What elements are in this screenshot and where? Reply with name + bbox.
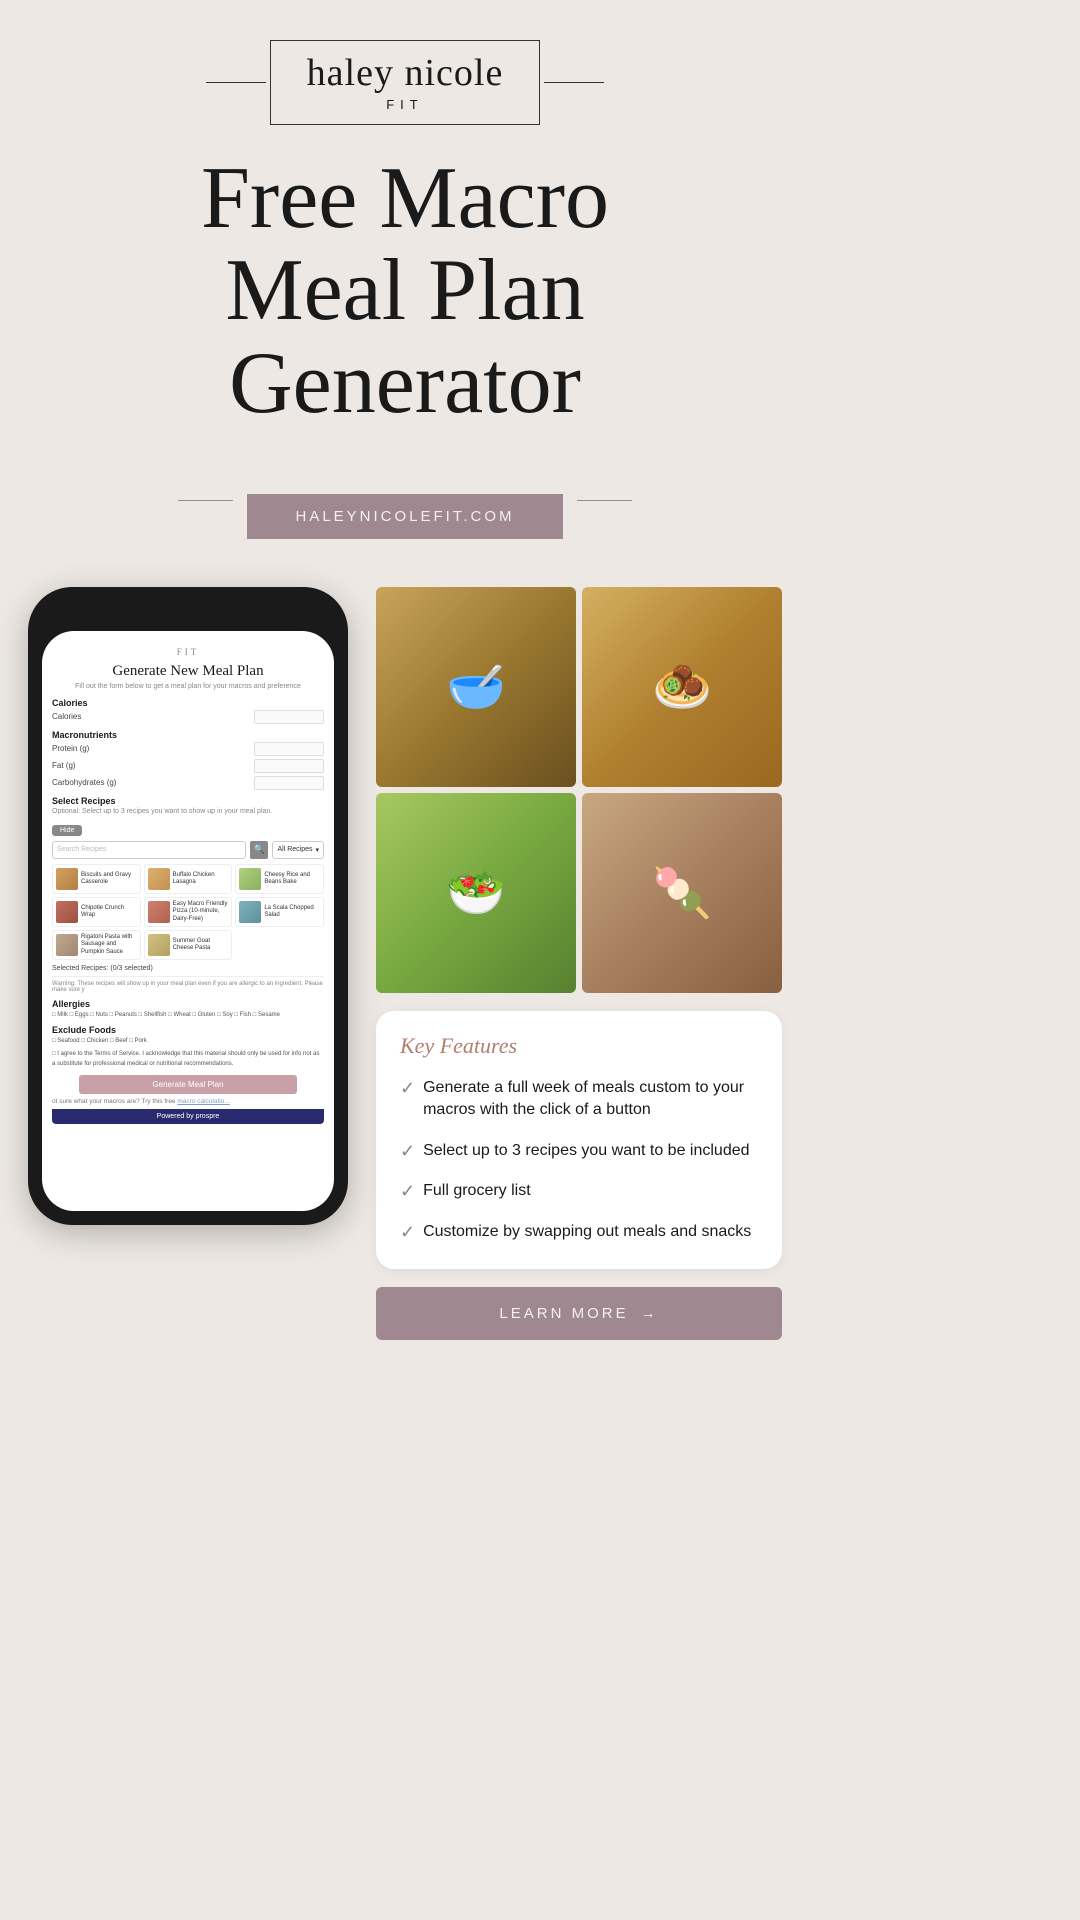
phone-protein-label: Protein (g)	[52, 744, 89, 753]
phone-recipe-thumb-6	[56, 934, 78, 956]
feature-check-1: ✓	[400, 1078, 415, 1099]
phone-recipe-thumb-2	[239, 868, 261, 890]
feature-text-2: Select up to 3 recipes you want to be in…	[423, 1140, 749, 1162]
feature-item-1: ✓ Generate a full week of meals custom t…	[400, 1077, 758, 1122]
food-photo-meatballs: 🍡	[582, 793, 782, 993]
phone-protein-row: Protein (g)	[52, 742, 324, 756]
phone-fat-row: Fat (g)	[52, 759, 324, 773]
phone-recipe-name-7: Summer Goat Cheese Pasta	[173, 938, 229, 952]
phone-title: Generate New Meal Plan	[52, 663, 324, 680]
phone-calories-box[interactable]	[254, 710, 324, 724]
phone-carbs-row: Carbohydrates (g)	[52, 776, 324, 790]
phone-exclude-items: □ Seafood □ Chicken □ Beef □ Pork	[52, 1037, 324, 1047]
phone-prospre-bar: Powered by prospre	[52, 1109, 324, 1124]
website-url: HALEYNICOLEFIT.COM	[247, 494, 562, 539]
phone-logo-area: FIT	[52, 641, 324, 659]
phone-recipe-card-4[interactable]: Easy Macro Friendly Pizza (10-minute, Da…	[144, 897, 233, 927]
phone-recipe-thumb-0	[56, 868, 78, 890]
phone-macros-label: Macronutrients	[52, 730, 324, 740]
phone-mockup: FIT Generate New Meal Plan Fill out the …	[28, 587, 348, 1225]
phone-recipe-card-5[interactable]: La Scala Chopped Salad	[235, 897, 324, 927]
phone-recipe-thumb-1	[148, 868, 170, 890]
phone-recipe-card-7[interactable]: Summer Goat Cheese Pasta	[144, 930, 233, 960]
logo-container: haley nicole FIT	[270, 40, 541, 125]
phone-calories-row: Calories	[52, 710, 324, 724]
phone-recipe-thumb-3	[56, 901, 78, 923]
feature-item-3: ✓ Full grocery list	[400, 1180, 758, 1202]
phone-selected-label: Selected Recipes: (0/3 selected)	[52, 965, 324, 972]
phone-recipe-card-6[interactable]: Rigatoni Pasta with Sausage and Pumpkin …	[52, 930, 141, 960]
phone-recipe-card-0[interactable]: Biscuits and Gravy Casserole	[52, 864, 141, 894]
phone-warning: Warning: These recipes will show up in y…	[52, 981, 324, 993]
phone-subtitle: Fill out the form below to get a meal pl…	[52, 683, 324, 690]
logo-script: haley nicole	[307, 53, 504, 95]
phone-carbs-box[interactable]	[254, 776, 324, 790]
phone-recipe-thumb-5	[239, 901, 261, 923]
feature-text-4: Customize by swapping out meals and snac…	[423, 1221, 751, 1243]
phone-protein-box[interactable]	[254, 742, 324, 756]
phone-calories-field-label: Calories	[52, 712, 81, 721]
phone-fat-box[interactable]	[254, 759, 324, 773]
phone-recipe-card-3[interactable]: Chipotle Crunch Wrap	[52, 897, 141, 927]
phone-recipe-name-2: Cheesy Rice and Beans Bake	[264, 872, 320, 886]
phone-recipe-thumb-4	[148, 901, 170, 923]
phone-search-box[interactable]: Search Recipes	[52, 841, 246, 859]
right-column: 🥣 🧆 🥗 🍡 Key Features ✓ Generate a full w…	[376, 587, 782, 1340]
phone-optional-text: Optional: Select up to 3 recipes you wan…	[52, 808, 324, 815]
main-title: Free Macro Meal Plan Generator	[181, 153, 629, 430]
phone-divider	[52, 976, 324, 977]
learn-more-arrow: →	[641, 1305, 659, 1322]
feature-text-1: Generate a full week of meals custom to …	[423, 1077, 758, 1122]
phone-recipe-name-4: Easy Macro Friendly Pizza (10-minute, Da…	[173, 901, 229, 923]
feature-text-3: Full grocery list	[423, 1180, 531, 1202]
badge-line-left	[178, 500, 233, 501]
phone-recipe-name-0: Biscuits and Gravy Casserole	[81, 872, 137, 886]
food-grid: 🥣 🧆 🥗 🍡	[376, 587, 782, 993]
food-photo-salad: 🥗	[376, 793, 576, 993]
feature-check-2: ✓	[400, 1141, 415, 1162]
logo-line-left	[206, 82, 266, 83]
content-row: FIT Generate New Meal Plan Fill out the …	[0, 587, 810, 1340]
phone-generate-btn[interactable]: Generate Meal Plan	[79, 1075, 297, 1094]
phone-recipe-card-1[interactable]: Buffalo Chicken Lasagna	[144, 864, 233, 894]
phone-calories-label: Calories	[52, 698, 324, 708]
phone-recipe-thumb-7	[148, 934, 170, 956]
phone-select-recipes-label: Select Recipes	[52, 796, 324, 806]
phone-terms: □ I agree to the Terms of Service. I ack…	[52, 1050, 324, 1069]
feature-check-3: ✓	[400, 1181, 415, 1202]
phone-recipe-name-3: Chipotle Crunch Wrap	[81, 905, 137, 919]
phone-fat-label: Fat (g)	[52, 761, 76, 770]
phone-screen: FIT Generate New Meal Plan Fill out the …	[42, 631, 334, 1211]
phone-allergies-items: □ Milk □ Eggs □ Nuts □ Peanuts □ Shellfi…	[52, 1011, 324, 1021]
phone-hide-btn[interactable]: Hide	[52, 825, 82, 836]
phone-notch	[128, 601, 248, 623]
website-badge: HALEYNICOLEFIT.COM	[178, 462, 631, 539]
phone-recipe-name-6: Rigatoni Pasta with Sausage and Pumpkin …	[81, 934, 137, 956]
phone-recipe-name-5: La Scala Chopped Salad	[264, 905, 320, 919]
learn-more-btn[interactable]: LEARN MORE →	[376, 1287, 782, 1340]
phone-allergies-label: Allergies	[52, 999, 324, 1009]
phone-recipe-card-2[interactable]: Cheesy Rice and Beans Bake	[235, 864, 324, 894]
phone-recipe-name-1: Buffalo Chicken Lasagna	[173, 872, 229, 886]
badge-line-right	[577, 500, 632, 501]
phone-search-icon[interactable]: 🔍	[250, 841, 268, 859]
food-photo-casserole: 🧆	[582, 587, 782, 787]
phone-dropdown[interactable]: All Recipes ▾	[272, 841, 324, 859]
feature-check-4: ✓	[400, 1222, 415, 1243]
feature-item-4: ✓ Customize by swapping out meals and sn…	[400, 1221, 758, 1243]
phone-search-row: Search Recipes 🔍 All Recipes ▾	[52, 841, 324, 859]
food-photo-chickpeas: 🥣	[376, 587, 576, 787]
feature-item-2: ✓ Select up to 3 recipes you want to be …	[400, 1140, 758, 1162]
learn-more-label: LEARN MORE	[499, 1305, 628, 1322]
phone-macro-text: ot sure what your macros are? Try this f…	[52, 1098, 324, 1105]
key-features-card: Key Features ✓ Generate a full week of m…	[376, 1011, 782, 1269]
phone-recipes-grid: Biscuits and Gravy Casserole Buffalo Chic…	[52, 864, 324, 960]
phone-macro-link[interactable]: macro calculatio...	[177, 1098, 229, 1105]
phone-screen-inner: FIT Generate New Meal Plan Fill out the …	[52, 641, 324, 1124]
logo-line-right	[544, 82, 604, 83]
phone-carbs-label: Carbohydrates (g)	[52, 778, 116, 787]
key-features-title: Key Features	[400, 1033, 758, 1059]
logo-fit: FIT	[386, 97, 424, 112]
phone-exclude-label: Exclude Foods	[52, 1025, 324, 1035]
